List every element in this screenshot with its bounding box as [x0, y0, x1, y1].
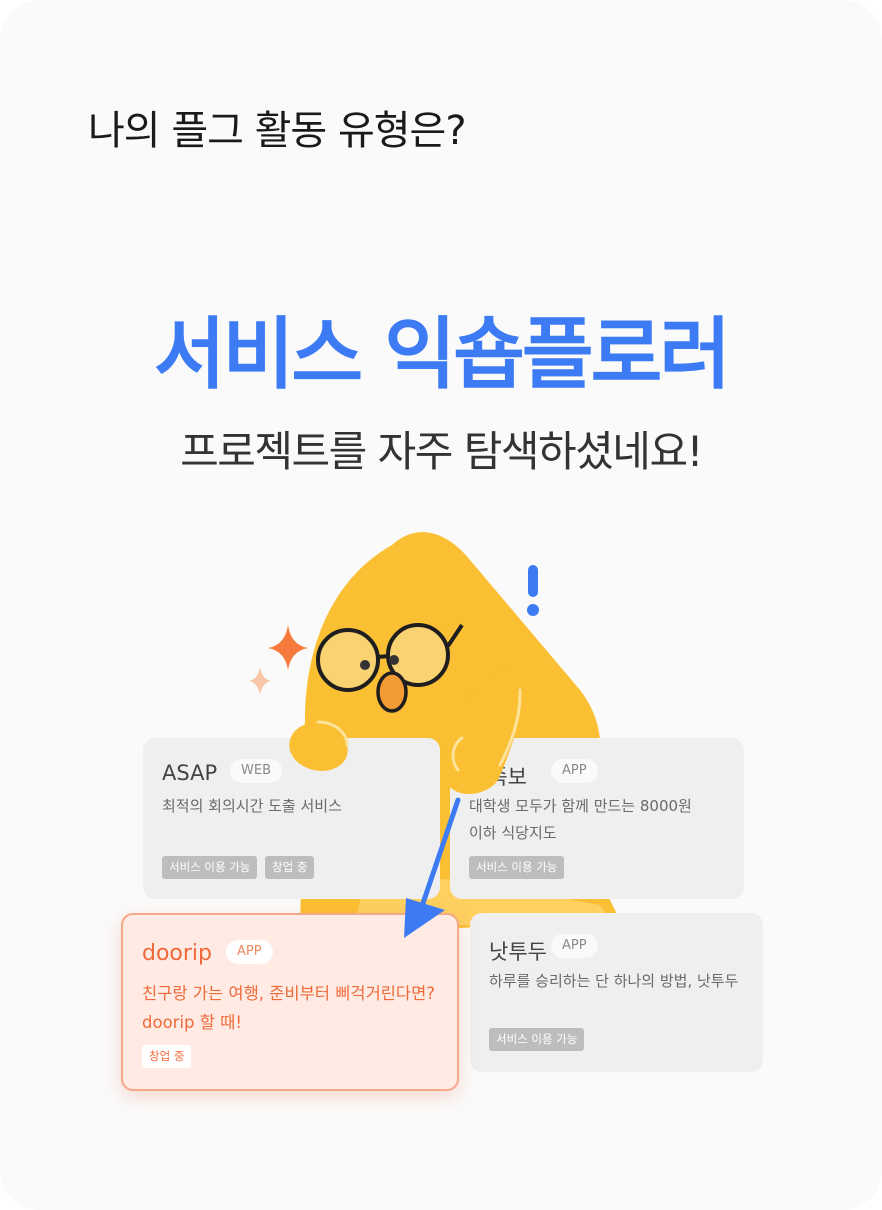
- pointer-arrow-icon: [404, 797, 461, 938]
- mascot-foreground: [289, 670, 522, 938]
- mascot-right-arm: [441, 670, 522, 795]
- mascot-left-hand: [289, 720, 349, 771]
- result-screen: 나의 플그 활동 유형은? 서비스 익숍플로러 프로젝트를 자주 탐색하셨네요!: [0, 0, 882, 1210]
